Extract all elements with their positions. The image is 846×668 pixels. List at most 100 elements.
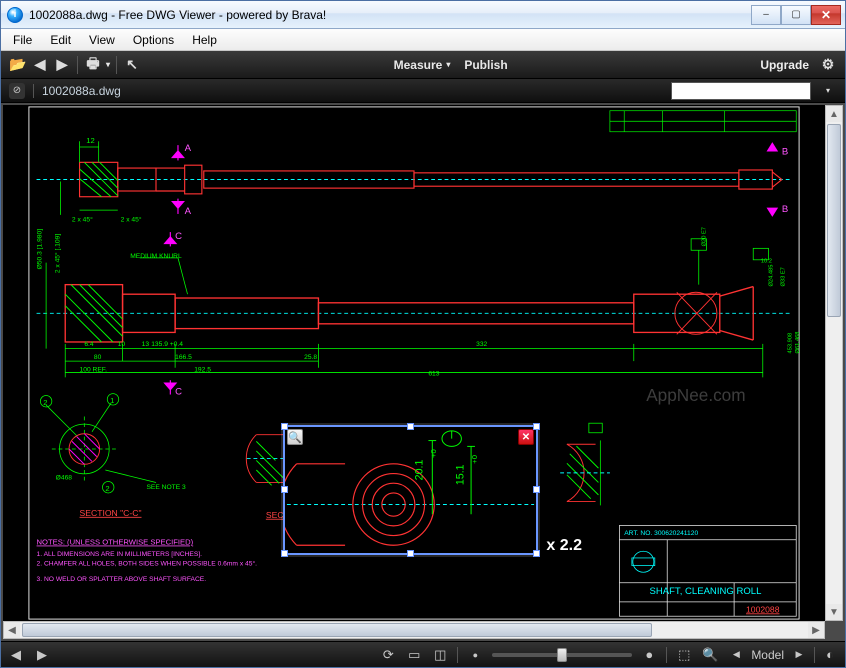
open-file-icon[interactable]: 📂 — [9, 56, 27, 74]
svg-text:ART. NO. 300620241120: ART. NO. 300620241120 — [624, 530, 698, 537]
svg-text:B: B — [782, 147, 788, 158]
nav-back-icon[interactable]: ◀ — [31, 56, 49, 74]
menu-help[interactable]: Help — [184, 31, 225, 49]
resize-handle[interactable] — [281, 423, 288, 430]
menu-file[interactable]: File — [5, 31, 40, 49]
svg-text:10: 10 — [118, 341, 126, 348]
resize-handle[interactable] — [407, 550, 414, 557]
zoom-slider-thumb[interactable] — [557, 648, 567, 662]
svg-text:SEE NOTE 3: SEE NOTE 3 — [146, 484, 186, 491]
svg-text:12: 12 — [86, 136, 94, 145]
menu-options[interactable]: Options — [125, 31, 182, 49]
svg-text:SHAFT, CLEANING ROLL: SHAFT, CLEANING ROLL — [649, 586, 761, 597]
svg-text:332: 332 — [476, 341, 487, 348]
svg-text:Ø50.3 [1.980]: Ø50.3 [1.980] — [36, 229, 43, 270]
svg-text:2. CHAMFER ALL HOLES, BOTH SID: 2. CHAMFER ALL HOLES, BOTH SIDES WHEN PO… — [37, 560, 258, 568]
horizontal-scrollbar[interactable]: ◀ ▶ — [3, 621, 825, 639]
scroll-down-icon[interactable]: ▼ — [826, 604, 842, 620]
tab-filename[interactable]: 1002088a.dwg — [42, 84, 121, 98]
svg-text:166.5: 166.5 — [175, 354, 192, 361]
menu-view[interactable]: View — [81, 31, 123, 49]
gear-icon[interactable]: ⚙ — [819, 56, 837, 74]
background-toggle-icon[interactable]: ◐ — [821, 646, 839, 664]
measure-dropdown[interactable]: Measure▾ — [394, 58, 451, 72]
scroll-right-icon[interactable]: ▶ — [808, 622, 824, 638]
svg-text:2: 2 — [43, 398, 47, 407]
svg-text:25.8: 25.8 — [304, 354, 317, 361]
print-icon[interactable]: 🖶 — [84, 56, 102, 74]
svg-text:+0: +0 — [470, 455, 479, 464]
layer-prev-icon[interactable]: ◀ — [727, 646, 745, 664]
resize-handle[interactable] — [281, 550, 288, 557]
svg-text:2 x 45°: 2 x 45° — [72, 216, 93, 224]
svg-text:1: 1 — [110, 396, 114, 405]
minimize-button[interactable]: – — [751, 5, 781, 25]
vertical-scrollbar[interactable]: ▲ ▼ — [825, 105, 843, 621]
scroll-thumb[interactable] — [827, 124, 841, 317]
svg-text:A: A — [185, 143, 192, 154]
magnifier-zoom-icon[interactable]: 🔍 — [287, 429, 303, 445]
tab-close-icon[interactable]: ⊘ — [9, 83, 25, 99]
layer-next-icon[interactable]: ▶ — [790, 646, 808, 664]
drawing-canvas[interactable]: SHAFT, CLEANING ROLL ART. NO. 3006202411… — [3, 105, 825, 621]
svg-text:AppNee.com: AppNee.com — [646, 385, 745, 405]
svg-text:100 REF.: 100 REF. — [80, 367, 108, 374]
magnifier-view: 20.1 +0 15.1 +0 — [285, 427, 536, 553]
nav-last-icon[interactable]: ▶ — [33, 646, 51, 664]
menu-edit[interactable]: Edit — [42, 31, 79, 49]
magnifier-close-icon[interactable]: ✕ — [518, 429, 534, 445]
nav-fwd-icon[interactable]: ▶ — [53, 56, 71, 74]
main-window: i 1002088a.dwg - Free DWG Viewer - power… — [0, 0, 846, 668]
scroll-up-icon[interactable]: ▲ — [826, 106, 842, 122]
svg-text:1002088: 1002088 — [746, 604, 780, 614]
resize-handle[interactable] — [407, 423, 414, 430]
canvas-frame: SHAFT, CLEANING ROLL ART. NO. 3006202411… — [1, 103, 845, 641]
main-toolbar: 📂 ◀ ▶ 🖶 ▾ ↖ Measure▾ Publish Upgrade ⚙ — [1, 51, 845, 79]
publish-button[interactable]: Publish — [464, 58, 507, 72]
zoom-out-icon[interactable]: ● — [466, 646, 484, 664]
page-fit-icon[interactable]: ▭ — [405, 646, 423, 664]
nav-first-icon[interactable]: ◀ — [7, 646, 25, 664]
rotate-icon[interactable]: ⟳ — [379, 646, 397, 664]
svg-text:3. NO WELD OR SPLATTER ABOVE S: 3. NO WELD OR SPLATTER ABOVE SHAFT SURFA… — [37, 576, 207, 583]
magnifier-overlay[interactable]: 🔍 ✕ — [283, 425, 538, 555]
svg-text:15.1: 15.1 — [454, 464, 466, 485]
maximize-button[interactable]: ▢ — [781, 5, 811, 25]
close-button[interactable]: ✕ — [811, 5, 841, 25]
svg-text:13: 13 — [142, 341, 150, 348]
svg-text:Ø24.485: Ø24.485 — [768, 265, 774, 287]
resize-handle[interactable] — [281, 486, 288, 493]
resize-handle[interactable] — [533, 550, 540, 557]
svg-text:2 x 45°: 2 x 45° — [121, 216, 142, 224]
svg-text:C: C — [175, 387, 182, 398]
zoom-in-icon[interactable]: ● — [640, 646, 658, 664]
svg-text:Ø468: Ø468 — [56, 475, 73, 482]
svg-text:613: 613 — [428, 370, 439, 377]
pointer-icon[interactable]: ↖ — [123, 56, 141, 74]
search-dropdown-icon[interactable]: ▾ — [819, 82, 837, 100]
magnifier-zoom-label: x 2.2 — [546, 537, 582, 555]
magnifier-tool-icon[interactable]: 🔍 — [701, 646, 719, 664]
svg-text:Ø33 E7: Ø33 E7 — [781, 267, 787, 286]
titlebar[interactable]: i 1002088a.dwg - Free DWG Viewer - power… — [1, 1, 845, 29]
svg-text:2 x 45° [.109]: 2 x 45° [.109] — [53, 234, 61, 274]
page-width-icon[interactable]: ◫ — [431, 646, 449, 664]
svg-text:C: C — [175, 231, 182, 242]
resize-handle[interactable] — [533, 423, 540, 430]
layer-label: Model — [751, 648, 784, 662]
zoom-slider[interactable] — [492, 653, 632, 657]
svg-text:+0: +0 — [429, 449, 438, 458]
svg-text:80: 80 — [94, 354, 102, 361]
resize-handle[interactable] — [533, 486, 540, 493]
svg-text:453.908: 453.908 — [787, 333, 793, 354]
app-icon: i — [7, 7, 23, 23]
svg-text:SECTION "C-C": SECTION "C-C" — [80, 508, 142, 518]
status-bar: ◀ ▶ ⟳ ▭ ◫ ● ● ⬚ 🔍 ◀ Model ▶ ◐ — [1, 641, 845, 667]
upgrade-button[interactable]: Upgrade — [760, 58, 809, 72]
scroll-thumb[interactable] — [22, 623, 652, 637]
zoom-area-icon[interactable]: ⬚ — [675, 646, 693, 664]
scroll-left-icon[interactable]: ◀ — [4, 622, 20, 638]
svg-text:A: A — [185, 206, 192, 217]
search-input[interactable] — [671, 82, 811, 100]
svg-text:Ø61.468: Ø61.468 — [795, 331, 801, 353]
